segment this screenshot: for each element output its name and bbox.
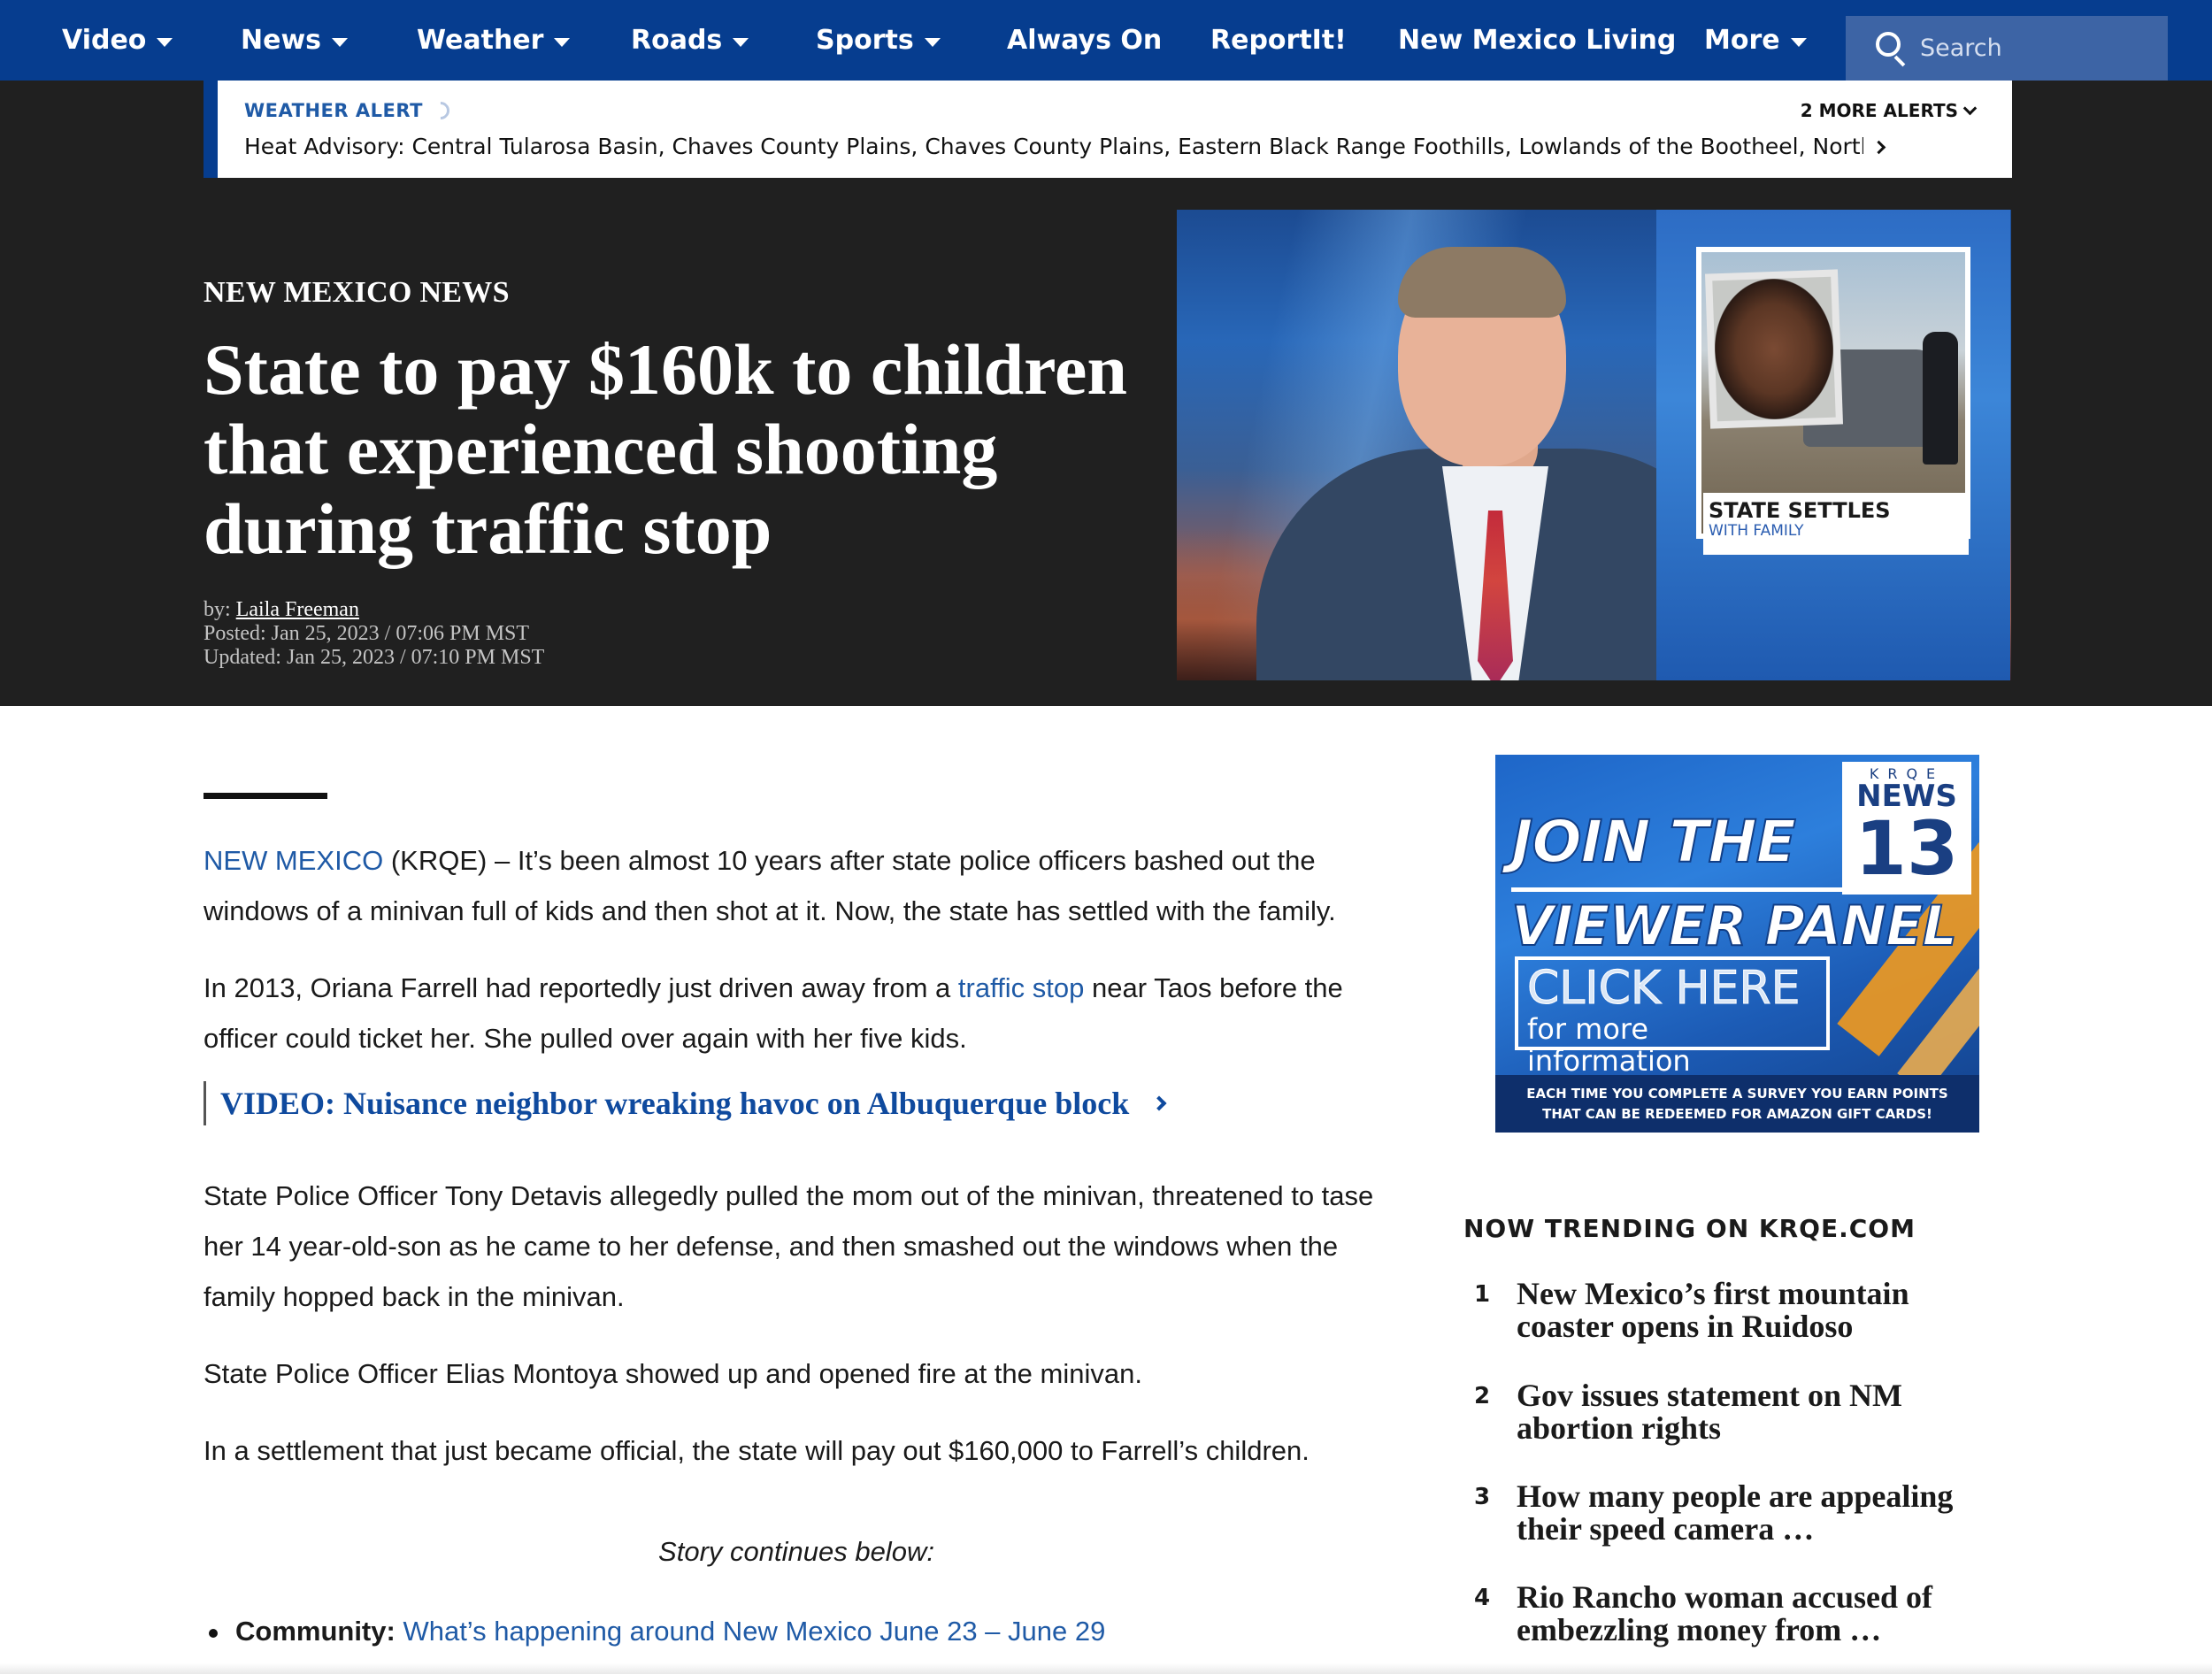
caret-down-icon (554, 37, 571, 47)
trending-headline[interactable]: Gov issues statement on NM abortion righ… (1517, 1379, 1994, 1445)
trending-number: 2 (1474, 1383, 1491, 1409)
ad-headline-2: VIEWER PANEL (1510, 887, 1971, 959)
more-alerts-label: 2 MORE ALERTS (1800, 100, 1958, 121)
caret-down-icon (332, 37, 349, 47)
hero-image[interactable]: STATE SETTLES WITH FAMILY (1177, 210, 2011, 680)
weather-alert-banner: WEATHER ALERT 2 MORE ALERTS Heat Advisor… (204, 81, 2012, 178)
article-paragraph: State Police Officer Tony Detavis allege… (204, 1180, 1374, 1312)
nav-label: Video (62, 25, 147, 56)
mugshot-photo (1704, 269, 1844, 429)
search-input[interactable] (1920, 35, 2150, 62)
article-paragraph: In a settlement that just became officia… (204, 1435, 1310, 1466)
section-label[interactable]: NEW MEXICO NEWS (204, 276, 510, 310)
trending-item[interactable]: 4 Rio Rancho woman accused of embezzling… (1463, 1581, 1994, 1652)
nav-weather[interactable]: Weather (417, 0, 571, 81)
krqe-news-13-logo: KRQE NEWS 13 (1842, 762, 1971, 895)
story-continues-label: Story continues below: (658, 1536, 934, 1567)
caret-down-icon (733, 37, 749, 47)
trending-headline[interactable]: New Mexico’s first mountain coaster open… (1517, 1278, 1994, 1343)
trending-number: 3 (1474, 1484, 1491, 1510)
alert-label-text: WEATHER ALERT (244, 100, 423, 121)
article-divider (204, 793, 327, 799)
ad-click-label: CLICK HERE (1527, 962, 1801, 1015)
caret-down-icon (924, 37, 941, 47)
more-alerts-button[interactable]: 2 MORE ALERTS (1800, 100, 1978, 121)
trending-item[interactable]: 3 How many people are appealing their sp… (1463, 1480, 1994, 1551)
updated-date: Updated: Jan 25, 2023 / 07:10 PM MST (204, 646, 545, 669)
nav-label: Always On (1007, 25, 1163, 56)
article-paragraph: State Police Officer Elias Montoya showe… (204, 1358, 1142, 1389)
posted-date: Posted: Jan 25, 2023 / 07:06 PM MST (204, 622, 530, 645)
search-box[interactable] (1846, 16, 2168, 81)
nav-label: Sports (816, 25, 914, 56)
weather-alert-text[interactable]: Heat Advisory: Central Tularosa Basin, C… (244, 134, 1863, 159)
viewer-panel-ad[interactable]: KRQE NEWS 13 JOIN THE VIEWER PANEL CLICK… (1495, 755, 1979, 1133)
page-bottom-edge (0, 1663, 2212, 1674)
chevron-right-icon (1151, 1095, 1167, 1111)
article-paragraph: In 2013, Oriana Farrell had reportedly j… (204, 963, 1389, 1064)
nav-sports[interactable]: Sports (816, 0, 941, 81)
weather-alert-label: WEATHER ALERT (244, 97, 454, 124)
nav-more[interactable]: More (1704, 0, 1807, 81)
nav-news[interactable]: News (241, 0, 349, 81)
nav-video[interactable]: Video (62, 0, 173, 81)
related-video-label: VIDEO: Nuisance neighbor wreaking havoc … (220, 1086, 1130, 1121)
bullet-label: Community: (235, 1616, 396, 1647)
location-link[interactable]: NEW MEXICO (204, 845, 383, 876)
loading-spinner-icon (427, 97, 454, 124)
nav-label: New Mexico Living (1398, 25, 1677, 56)
top-nav: Video News Weather Roads Sports Always O… (0, 0, 2212, 81)
nav-label: News (241, 25, 322, 56)
nav-always-on[interactable]: Always On (1007, 0, 1162, 81)
traffic-stop-link[interactable]: traffic stop (958, 972, 1084, 1003)
caret-down-icon (157, 37, 173, 47)
trending-item[interactable]: 1 New Mexico’s first mountain coaster op… (1463, 1278, 1994, 1348)
chevron-down-icon (1962, 101, 1978, 115)
nav-reportit[interactable]: ReportIt! (1210, 0, 1347, 81)
community-link[interactable]: What’s happening around New Mexico June … (403, 1616, 1105, 1647)
trending-headline[interactable]: How many people are appealing their spee… (1517, 1480, 1994, 1546)
nav-label: Roads (631, 25, 723, 56)
author-link[interactable]: Laila Freeman (236, 598, 359, 621)
ad-headline-1: JOIN THE (1510, 807, 1797, 877)
caption-line-1: STATE SETTLES (1709, 498, 1891, 523)
article-headline: State to pay $160k to children that expe… (204, 329, 1128, 569)
caption-line-2: WITH FAMILY (1709, 522, 1804, 540)
byline-prefix: by: (204, 598, 231, 621)
ad-footer-line: THAT CAN BE REDEEMED FOR AMAZON GIFT CAR… (1542, 1106, 1932, 1122)
ad-click-sub: for more information (1527, 1012, 1691, 1078)
caret-down-icon (1790, 37, 1807, 47)
logo-number: 13 (1855, 805, 1959, 892)
byline: by: Laila Freeman Posted: Jan 25, 2023 /… (204, 598, 544, 670)
nav-label: More (1704, 25, 1780, 56)
chevron-right-icon[interactable] (1871, 140, 1886, 155)
ad-footer: EACH TIME YOU COMPLETE A SURVEY YOU EARN… (1495, 1075, 1979, 1133)
image-caption: STATE SETTLES WITH FAMILY (1703, 493, 1969, 555)
nav-roads[interactable]: Roads (631, 0, 749, 81)
bullet-icon (209, 1628, 218, 1638)
trending-number: 1 (1474, 1281, 1491, 1308)
article-paragraph: NEW MEXICO (KRQE) – It’s been almost 10 … (204, 835, 1389, 936)
trending-headline[interactable]: Rio Rancho woman accused of embezzling m… (1517, 1581, 1994, 1647)
trending-title: NOW TRENDING ON KRQE.COM (1463, 1214, 1916, 1243)
nav-label: Weather (417, 25, 544, 56)
related-list-item: Community: What’s happening around New M… (209, 1616, 1105, 1647)
trending-number: 4 (1474, 1585, 1491, 1611)
related-video-link[interactable]: VIDEO: Nuisance neighbor wreaking havoc … (204, 1081, 1167, 1125)
trending-item[interactable]: 2 Gov issues statement on NM abortion ri… (1463, 1379, 1994, 1450)
ad-click-here-button[interactable]: CLICK HERE for more information (1515, 956, 1830, 1077)
nav-new-mexico-living[interactable]: New Mexico Living (1398, 0, 1676, 81)
nav-label: ReportIt! (1210, 25, 1347, 56)
ad-footer-line: EACH TIME YOU COMPLETE A SURVEY YOU EARN… (1526, 1086, 1948, 1102)
search-icon[interactable] (1874, 31, 1908, 66)
paragraph-text: In 2013, Oriana Farrell had reportedly j… (204, 972, 958, 1003)
